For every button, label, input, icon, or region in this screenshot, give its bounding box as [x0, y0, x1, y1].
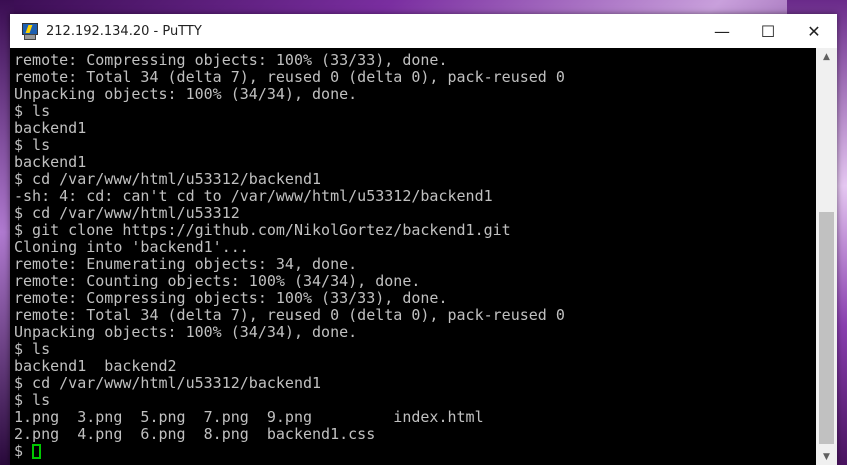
terminal-line: remote: Total 34 (delta 7), reused 0 (de… [14, 306, 565, 324]
prompt-symbol: $ [14, 442, 33, 460]
window-controls: — ☐ ✕ [699, 14, 837, 48]
maximize-button[interactable]: ☐ [745, 14, 791, 48]
terminal-line: -sh: 4: cd: can't cd to /var/www/html/u5… [14, 187, 493, 205]
terminal-line: 2.png 4.png 6.png 8.png backend1.css [14, 425, 376, 443]
terminal-line: backend1 [14, 119, 87, 137]
terminal-line: Cloning into 'backend1'... [14, 238, 249, 256]
vertical-scrollbar[interactable]: ▲ ▼ [816, 48, 837, 465]
title-bar[interactable]: 212.192.134.20 - PuTTY — ☐ ✕ [10, 14, 837, 48]
terminal-line: remote: Compressing objects: 100% (33/33… [14, 51, 448, 69]
scroll-up-icon[interactable]: ▲ [816, 48, 837, 65]
terminal-line: $ git clone https://github.com/NikolGort… [14, 221, 511, 239]
terminal-line: remote: Counting objects: 100% (34/34), … [14, 272, 421, 290]
putty-app-icon[interactable] [20, 22, 38, 40]
scroll-thumb[interactable] [819, 212, 834, 444]
terminal-line: $ cd /var/www/html/u53312 [14, 204, 240, 222]
terminal-output: remote: Compressing objects: 100% (33/33… [14, 52, 565, 460]
terminal-line: $ ls [14, 136, 51, 154]
terminal-line: $ ls [14, 340, 51, 358]
terminal-area[interactable]: remote: Compressing objects: 100% (33/33… [10, 48, 816, 465]
terminal-line: remote: Total 34 (delta 7), reused 0 (de… [14, 68, 565, 86]
terminal-line: $ ls [14, 102, 51, 120]
terminal-line: Unpacking objects: 100% (34/34), done. [14, 85, 358, 103]
putty-window: 212.192.134.20 - PuTTY — ☐ ✕ remote: Com… [10, 14, 837, 465]
terminal-line: backend1 backend2 [14, 357, 177, 375]
scroll-down-icon[interactable]: ▼ [816, 448, 837, 465]
terminal-prompt-line: $ [14, 443, 565, 460]
close-button[interactable]: ✕ [791, 14, 837, 48]
minimize-button[interactable]: — [699, 14, 745, 48]
terminal-line: $ cd /var/www/html/u53312/backend1 [14, 170, 322, 188]
terminal-line: backend1 [14, 153, 87, 171]
terminal-line: 1.png 3.png 5.png 7.png 9.png index.html [14, 408, 484, 426]
cursor-block [32, 444, 42, 459]
terminal-line: $ cd /var/www/html/u53312/backend1 [14, 374, 322, 392]
terminal-line: $ ls [14, 391, 51, 409]
terminal-line: remote: Compressing objects: 100% (33/33… [14, 289, 448, 307]
terminal-line: remote: Enumerating objects: 34, done. [14, 255, 358, 273]
window-title: 212.192.134.20 - PuTTY [46, 23, 202, 39]
terminal-line: Unpacking objects: 100% (34/34), done. [14, 323, 358, 341]
